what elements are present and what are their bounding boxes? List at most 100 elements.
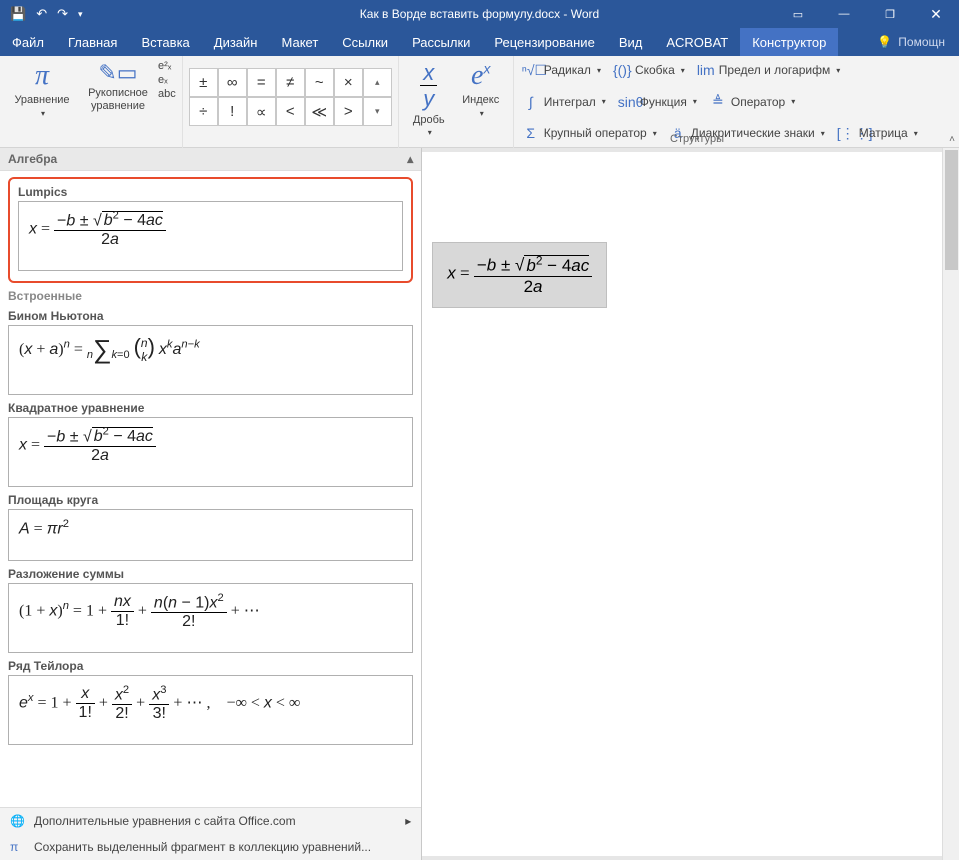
- qat-dropdown-icon[interactable]: ▾: [78, 9, 83, 20]
- chevron-down-icon: ▾: [41, 109, 45, 118]
- symbol-prop[interactable]: ∝: [247, 97, 276, 126]
- ink-label: Рукописное уравнение: [80, 87, 156, 112]
- chevron-right-icon: ▸: [405, 814, 411, 828]
- symbol-gt[interactable]: >: [334, 97, 363, 126]
- symbol-fact[interactable]: !: [218, 97, 247, 126]
- symbol-times[interactable]: ×: [334, 68, 363, 97]
- collapse-ribbon-icon[interactable]: ˄: [949, 134, 955, 145]
- document-area: x = −b ± √b2 − 4ac2a: [422, 148, 942, 860]
- chevron-up-icon[interactable]: ▴: [407, 152, 413, 166]
- close-icon[interactable]: ✕: [913, 0, 959, 28]
- gallery-item-circle-area[interactable]: A = πr2: [8, 509, 413, 561]
- convert-prof-button[interactable]: e²ₓ: [158, 60, 176, 72]
- gallery-item-taylor[interactable]: ex = 1 + x1! + x22! + x33! + ⋯ , −∞ < x …: [8, 675, 413, 745]
- symbol-grid: ± ∞ = ≠ ~ × ▴ ÷ ! ∝ < ≪ > ▾: [189, 68, 392, 126]
- group-fraction: xy Дробь▾ ex Индекс▾: [399, 56, 514, 148]
- page[interactable]: x = −b ± √b2 − 4ac2a: [422, 152, 942, 856]
- tab-review[interactable]: Рецензирование: [482, 28, 606, 56]
- tab-constructor[interactable]: Конструктор: [740, 28, 838, 56]
- symbol-eq[interactable]: =: [247, 68, 276, 97]
- pi-icon: π: [35, 60, 49, 92]
- equation-button[interactable]: π Уравнение ▾: [6, 60, 78, 118]
- save-selection-button[interactable]: π Сохранить выделенный фрагмент в коллек…: [0, 834, 421, 860]
- gallery-item-label: Квадратное уравнение: [8, 401, 413, 415]
- tab-home[interactable]: Главная: [56, 28, 129, 56]
- convert-linear-button[interactable]: eₓ: [158, 74, 176, 86]
- gallery-item-label: Разложение суммы: [8, 567, 413, 581]
- integral-button[interactable]: ∫Интеграл▾: [522, 92, 606, 112]
- fraction-icon: xy: [420, 60, 437, 112]
- gallery-item-label: Lumpics: [18, 185, 403, 199]
- large-operator-button[interactable]: ΣКрупный оператор▾: [522, 123, 657, 143]
- symbol-pm[interactable]: ±: [189, 68, 218, 97]
- window-title: Как в Ворде вставить формулу.docx - Word: [360, 7, 599, 21]
- scrollbar-thumb[interactable]: [945, 150, 958, 270]
- tab-view[interactable]: Вид: [607, 28, 655, 56]
- integral-icon: ∫: [522, 94, 540, 110]
- gallery-item-binomial[interactable]: (x + a)n = n∑k=0 (nk) xkan−k: [8, 325, 413, 395]
- symbol-ll[interactable]: ≪: [305, 97, 334, 126]
- gallery-item-label: Площадь круга: [8, 493, 413, 507]
- index-label: Индекс: [462, 94, 499, 107]
- equation-label: Уравнение: [14, 94, 69, 107]
- bracket-icon: {()}: [613, 62, 631, 78]
- vertical-scrollbar[interactable]: [942, 148, 959, 860]
- limit-button[interactable]: limПредел и логарифм▾: [697, 60, 840, 80]
- equation-object[interactable]: x = −b ± √b2 − 4ac2a: [432, 242, 607, 308]
- equation-gallery: Алгебра▴ Lumpics x = −b ± √b2 − 4ac2a Вс…: [0, 148, 422, 860]
- window-buttons: ▭ — ❐ ✕: [775, 0, 959, 28]
- operator-icon: ≜: [709, 93, 727, 110]
- index-button[interactable]: ex Индекс▾: [455, 60, 507, 118]
- gallery-footer: 🌐 Дополнительные уравнения с сайта Offic…: [0, 807, 421, 860]
- index-icon: ex: [471, 60, 490, 92]
- redo-icon[interactable]: ↷: [57, 6, 68, 22]
- maximize-icon[interactable]: ❐: [867, 0, 913, 28]
- symbol-neq[interactable]: ≠: [276, 68, 305, 97]
- tab-file[interactable]: Файл: [0, 28, 56, 56]
- gallery-header-algebra: Алгебра▴: [0, 148, 421, 171]
- tab-references[interactable]: Ссылки: [330, 28, 400, 56]
- minimize-icon[interactable]: —: [821, 0, 867, 28]
- symbol-div[interactable]: ÷: [189, 97, 218, 126]
- save-icon[interactable]: 💾: [10, 6, 26, 22]
- gallery-item-label: Ряд Тейлора: [8, 659, 413, 673]
- gallery-item-quadratic[interactable]: x = −b ± √b2 − 4ac2a: [8, 417, 413, 487]
- gallery-item-expansion[interactable]: (1 + x)n = 1 + nx1! + n(n − 1)x22! + ⋯: [8, 583, 413, 653]
- convert-text-button[interactable]: abc: [158, 88, 176, 100]
- function-button[interactable]: sinθФункция▾: [618, 92, 697, 112]
- radical-button[interactable]: ⁿ√☐Радикал▾: [522, 60, 601, 80]
- group-tools: π Уравнение ▾ ✎▭ Рукописное уравнение e²…: [0, 56, 183, 148]
- radical-icon: ⁿ√☐: [522, 62, 540, 79]
- bracket-button[interactable]: {()}Скобка▾: [613, 60, 685, 80]
- ribbon: π Уравнение ▾ ✎▭ Рукописное уравнение e²…: [0, 56, 959, 148]
- gallery-item-lumpics[interactable]: Lumpics x = −b ± √b2 − 4ac2a: [8, 177, 413, 283]
- undo-icon[interactable]: ↶: [36, 6, 47, 22]
- tell-me[interactable]: 💡 Помощн: [863, 28, 959, 56]
- pi-small-icon: π: [10, 840, 26, 854]
- tab-mailings[interactable]: Рассылки: [400, 28, 482, 56]
- convert-buttons: e²ₓ eₓ abc: [158, 60, 176, 100]
- ink-equation-button[interactable]: ✎▭ Рукописное уравнение: [80, 60, 156, 113]
- tab-acrobat[interactable]: ACROBAT: [654, 28, 740, 56]
- sigma-icon: Σ: [522, 125, 540, 141]
- ribbon-display-icon[interactable]: ▭: [775, 0, 821, 28]
- tab-layout[interactable]: Макет: [269, 28, 330, 56]
- operator-button[interactable]: ≜Оператор▾: [709, 92, 795, 112]
- symbol-tilde[interactable]: ~: [305, 68, 334, 97]
- group-structures: ⁿ√☐Радикал▾ {()}Скобка▾ limПредел и лога…: [514, 56, 959, 147]
- tab-insert[interactable]: Вставка: [129, 28, 201, 56]
- limit-icon: lim: [697, 62, 715, 78]
- symbol-inf[interactable]: ∞: [218, 68, 247, 97]
- symbol-lt[interactable]: <: [276, 97, 305, 126]
- gallery-item-label: Бином Ньютона: [8, 309, 413, 323]
- matrix-button[interactable]: [⋮⋮]Матрица▾: [837, 123, 918, 143]
- tab-design[interactable]: Дизайн: [202, 28, 270, 56]
- more-equations-button[interactable]: 🌐 Дополнительные уравнения с сайта Offic…: [0, 808, 421, 834]
- quick-access-toolbar: 💾 ↶ ↷ ▾: [0, 6, 83, 22]
- fraction-button[interactable]: xy Дробь▾: [405, 60, 453, 137]
- symbol-more-button[interactable]: ▾: [363, 97, 392, 126]
- symbol-scroll-up[interactable]: ▴: [363, 68, 392, 97]
- title-bar: 💾 ↶ ↷ ▾ Как в Ворде вставить формулу.doc…: [0, 0, 959, 28]
- fraction-label: Дробь: [413, 114, 445, 127]
- ink-icon: ✎▭: [98, 60, 137, 85]
